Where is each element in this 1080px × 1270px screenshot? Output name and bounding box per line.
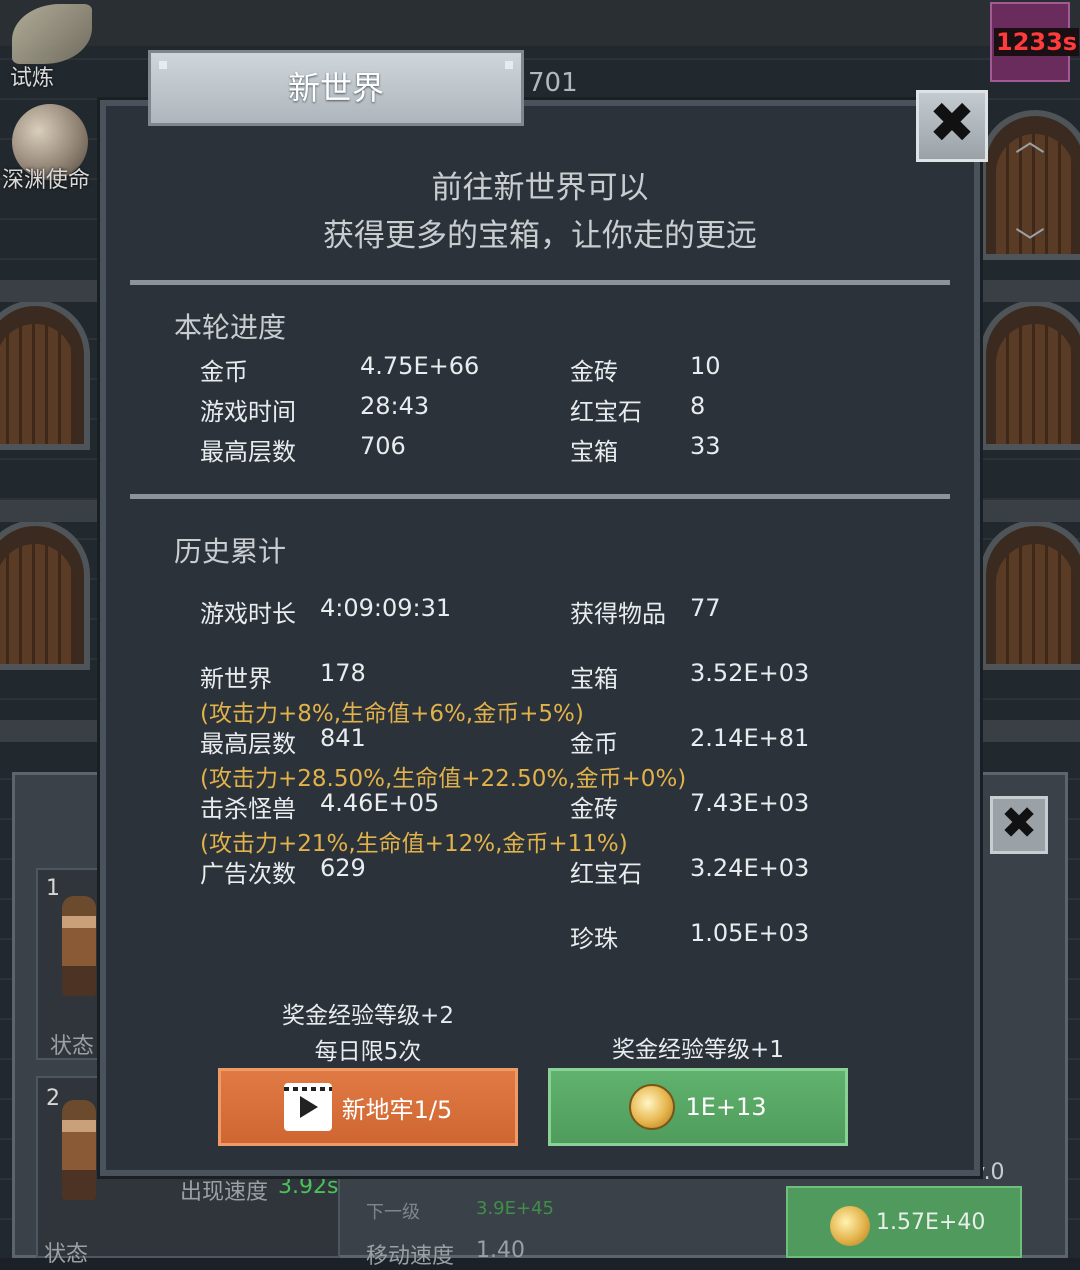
stat-value: 8 <box>690 392 706 420</box>
close-button[interactable]: ✖ <box>916 90 988 162</box>
event-timer: 1233s <box>994 28 1080 56</box>
items-value: 77 <box>690 594 721 622</box>
current-round-title: 本轮进度 <box>174 311 287 344</box>
ads-value: 629 <box>320 854 366 882</box>
dungeon-door <box>980 520 1080 670</box>
stat-value: 4.75E+66 <box>360 352 480 380</box>
stat-value: 33 <box>690 432 721 460</box>
coin-button-label: 1E+13 <box>685 1093 767 1121</box>
stat-label: 最高层数 <box>200 438 296 466</box>
section-divider <box>130 280 950 285</box>
next-level-value: 3.9E+45 <box>476 1198 554 1219</box>
dungeon-door <box>0 300 90 450</box>
stat-label: 宝箱 <box>570 438 618 466</box>
dialog-title: 新世界 <box>287 69 384 107</box>
move-speed-label: 移动速度 <box>366 1244 455 1269</box>
brick-value: 7.43E+03 <box>690 789 810 817</box>
new-world-value: 178 <box>320 659 366 687</box>
ruby-value: 3.24E+03 <box>690 854 810 882</box>
chest-label: 宝箱 <box>570 665 618 693</box>
gold-label: 金币 <box>570 730 618 758</box>
top-bar <box>0 0 1080 46</box>
watch-ad-button-label: 新地牢1/5 <box>341 1095 453 1124</box>
kills-bonus: (攻击力+21%,生命值+12%,金币+11%) <box>200 831 628 857</box>
play-time-value: 4:09:09:31 <box>320 594 452 622</box>
history-title: 历史累计 <box>174 535 287 568</box>
status-label: 状态 <box>50 1034 95 1059</box>
play-time-label: 游戏时长 <box>200 600 296 628</box>
new-world-label: 新世界 <box>200 665 272 693</box>
ruby-label: 红宝石 <box>570 860 642 888</box>
stat-value: 10 <box>690 352 721 380</box>
slot-number: 1 <box>46 876 60 901</box>
coin-new-world-button[interactable]: 1E+13 <box>548 1068 848 1146</box>
next-level-label: 下一级 <box>366 1202 420 1223</box>
new-world-bonus: (攻击力+8%,生命值+6%,金币+5%) <box>200 701 584 727</box>
stat-label: 金砖 <box>570 358 618 386</box>
pearl-value: 1.05E+03 <box>690 919 810 947</box>
gold-coin-icon <box>629 1084 676 1130</box>
hero-sprite <box>62 896 96 996</box>
ad-option-note-2: 每日限5次 <box>314 1039 422 1065</box>
intro-line-1: 前往新世界可以 <box>431 170 649 206</box>
kills-label: 击杀怪兽 <box>200 795 296 823</box>
move-speed-value: 1.40 <box>476 1238 525 1263</box>
stat-label: 红宝石 <box>570 398 642 426</box>
slot-number: 2 <box>46 1086 60 1111</box>
max-floor-value: 841 <box>320 724 366 752</box>
spawn-speed-label: 出现速度 <box>180 1180 269 1205</box>
hero-panel-close-button[interactable]: ✖ <box>990 796 1048 854</box>
intro-line-2: 获得更多的宝箱，让你走的更远 <box>323 218 757 254</box>
max-floor-label: 最高层数 <box>200 730 296 758</box>
coin-option-note: 奖金经验等级+1 <box>612 1037 784 1063</box>
dungeon-door <box>980 300 1080 450</box>
max-floor-bonus: (攻击力+28.50%,生命值+22.50%,金币+0%) <box>200 766 687 792</box>
stat-value: 706 <box>360 432 406 460</box>
kills-value: 4.46E+05 <box>320 789 440 817</box>
video-play-icon <box>283 1083 332 1131</box>
gold-coin-icon <box>830 1206 870 1246</box>
section-divider <box>130 494 950 499</box>
chest-value: 3.52E+03 <box>690 659 810 687</box>
dungeon-door <box>0 520 90 670</box>
stat-label: 金币 <box>200 358 248 386</box>
watch-ad-new-dungeon-button[interactable]: 新地牢1/5 <box>218 1068 518 1146</box>
stat-value: 28:43 <box>360 392 430 420</box>
scroll-up-icon[interactable]: ︿ <box>1010 127 1050 157</box>
stat-label: 游戏时间 <box>200 398 296 426</box>
ad-option-note-1: 奖金经验等级+2 <box>282 1003 454 1029</box>
trial-label[interactable]: 试炼 <box>10 60 54 92</box>
status-label: 状态 <box>44 1242 89 1267</box>
hero-sprite <box>62 1100 96 1200</box>
upgrade-cost: 1.57E+40 <box>876 1210 986 1235</box>
ads-label: 广告次数 <box>200 860 296 888</box>
scroll-down-icon[interactable]: ﹀ <box>1010 229 1050 259</box>
spawn-speed-value: 3.92s <box>278 1174 339 1199</box>
floor-number: 701 <box>528 68 578 98</box>
abyss-mission-label[interactable]: 深渊使命 <box>2 162 90 194</box>
close-icon: ✖ <box>928 91 976 156</box>
brick-label: 金砖 <box>570 795 618 823</box>
pearl-label: 珍珠 <box>570 925 618 953</box>
items-label: 获得物品 <box>570 600 666 628</box>
gold-value: 2.14E+81 <box>690 724 810 752</box>
